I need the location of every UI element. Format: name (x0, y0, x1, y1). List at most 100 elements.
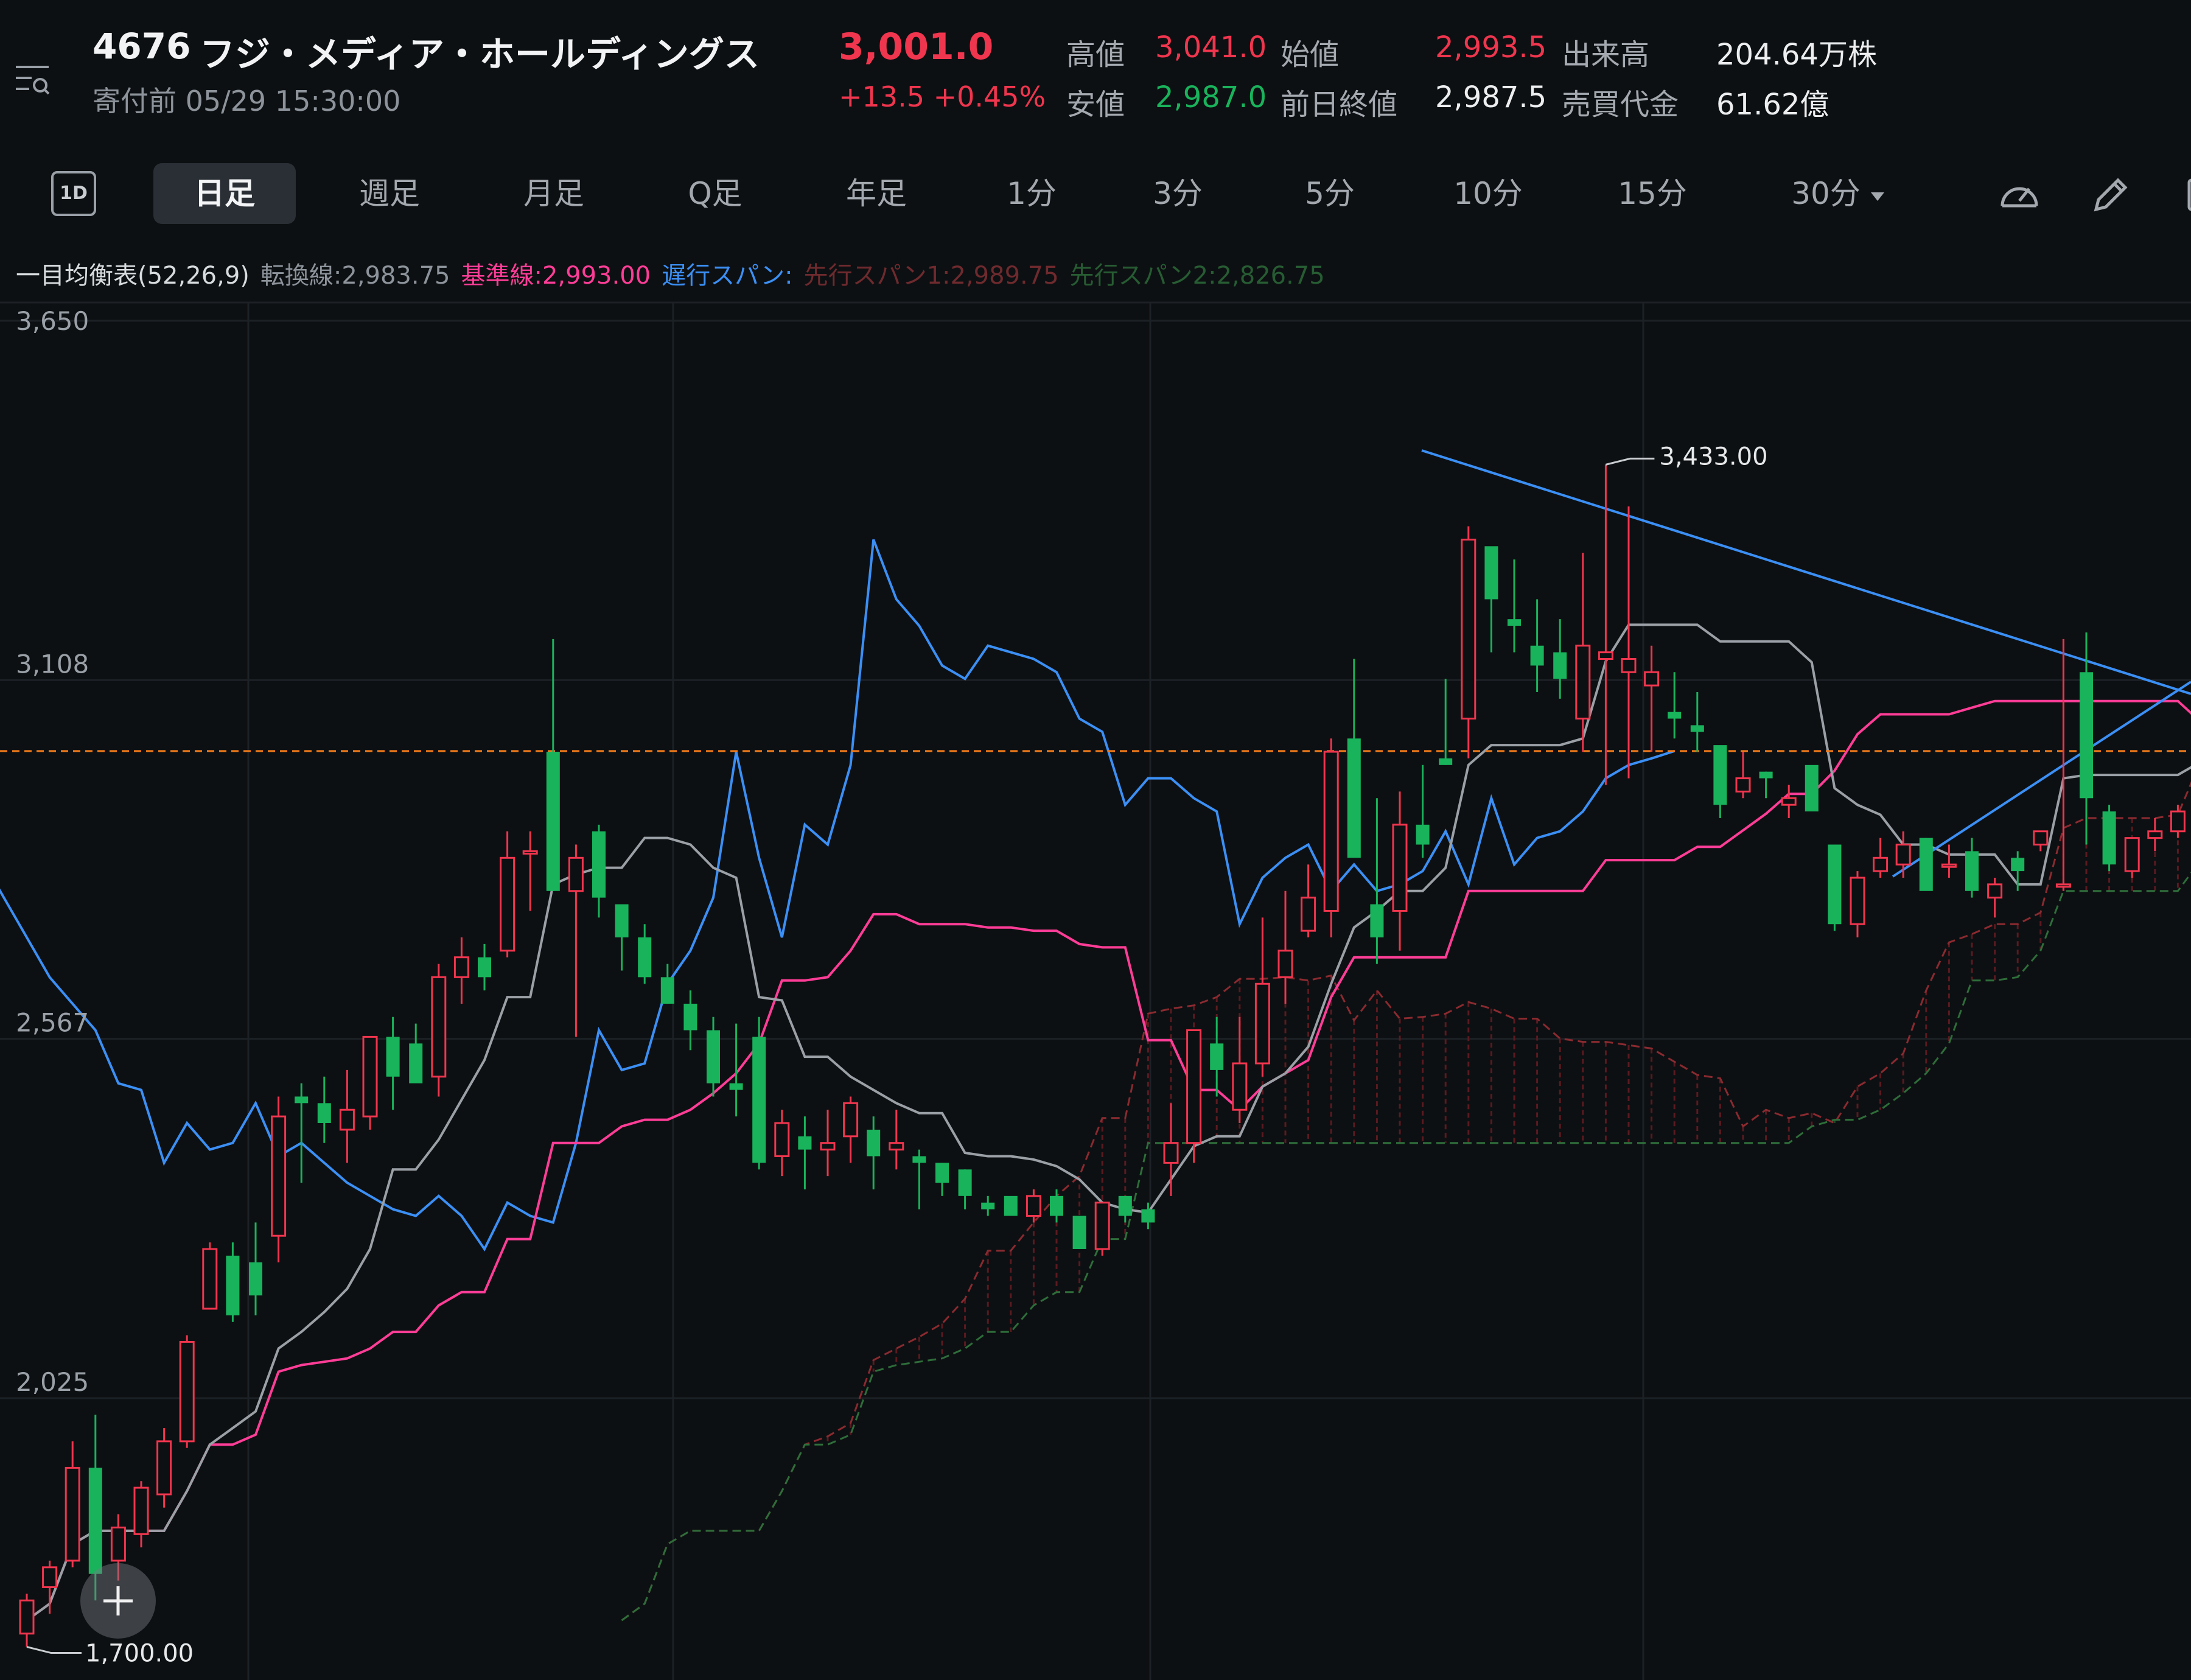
max-price-leader (1606, 457, 1655, 466)
candles (19, 464, 2186, 1647)
candle-body (1163, 1142, 1179, 1164)
candle-body (935, 1163, 949, 1183)
candle-body (431, 976, 447, 1078)
candle-body (478, 957, 491, 978)
candle-body (1895, 844, 1911, 866)
candle-body (500, 856, 515, 952)
candle-body (362, 1035, 378, 1118)
candle-body (1965, 851, 1979, 891)
candle-body (2080, 672, 2093, 799)
chart-grid (0, 301, 2191, 1680)
ichimoku-lines (0, 539, 2191, 1622)
candle-body (2170, 810, 2186, 833)
candle-body (1484, 546, 1498, 600)
candle-body (1118, 1195, 1132, 1216)
candle-body (110, 1526, 126, 1562)
candle-body (409, 1043, 423, 1083)
candle-body (1828, 844, 1842, 925)
support-trendline (1892, 681, 2191, 878)
candle-body (2011, 858, 2025, 872)
candle-body (1416, 824, 1430, 845)
y-tick-label: 3,650 (16, 306, 89, 336)
senkou-span-2-line (621, 872, 2191, 1622)
candle-body (1347, 738, 1361, 858)
candle-body (1553, 652, 1567, 679)
candle-body (2102, 811, 2116, 865)
candle-body (798, 1136, 812, 1150)
max-price-label: 3,433.00 (1659, 443, 1767, 471)
candle-body (1621, 658, 1637, 673)
candle-body (1439, 758, 1453, 765)
candle-body (19, 1599, 35, 1635)
candle-body (1919, 838, 1933, 891)
candle-body (820, 1142, 836, 1151)
trendlines (0, 449, 2191, 878)
candle-body (1050, 1195, 1063, 1216)
candle-body (1690, 725, 1704, 732)
candle-body (1301, 897, 1316, 932)
min-price-leader (26, 1646, 82, 1654)
candle-body (133, 1486, 149, 1535)
candle-body (1277, 950, 1293, 978)
candle-body (1873, 856, 1889, 872)
candle-body (1094, 1202, 1110, 1250)
crosshair-button[interactable] (80, 1563, 156, 1639)
candle-body (1392, 824, 1408, 912)
candle-body (1987, 883, 2003, 899)
candle-body (1004, 1195, 1018, 1216)
candle-body (1254, 982, 1270, 1065)
candle-body (2055, 883, 2071, 888)
candle-body (522, 850, 538, 855)
candle-body (615, 904, 629, 938)
candle-body (1759, 771, 1773, 779)
candle-body (683, 1003, 697, 1031)
candle-body (1713, 745, 1727, 805)
candle-body (386, 1037, 400, 1077)
candle-body (1186, 1029, 1202, 1144)
candle-body (1141, 1209, 1155, 1223)
candle-body (592, 831, 606, 898)
min-price-label: 1,700.00 (85, 1640, 194, 1668)
candle-body (660, 977, 674, 1004)
candle-body (1232, 1062, 1248, 1111)
candle-body (1735, 777, 1751, 793)
candle-body (867, 1129, 881, 1157)
candle-body (843, 1102, 859, 1138)
candle-body (752, 1037, 766, 1163)
candle-body (568, 856, 584, 892)
candle-body (1575, 645, 1591, 720)
candle-body (1644, 671, 1660, 687)
candle-body (1668, 712, 1682, 719)
candlestick-chart[interactable]: 3,650 3,108 2,567 2,025 3,433.00 1,700.00 (0, 0, 2191, 1680)
candle-body (774, 1122, 790, 1157)
candle-body (317, 1103, 331, 1124)
candle-body (42, 1566, 58, 1589)
candle-body (1805, 765, 1819, 812)
candle-body (958, 1169, 972, 1196)
candle-body (729, 1083, 743, 1090)
candle-body (226, 1255, 240, 1315)
candle-body (2147, 830, 2163, 839)
candle-body (295, 1096, 309, 1104)
candle-body (546, 752, 560, 891)
candle-body (179, 1340, 195, 1443)
candle-body (339, 1108, 355, 1131)
candle-body (453, 956, 469, 978)
candle-body (1370, 904, 1384, 938)
candle-body (1072, 1216, 1086, 1249)
candle-body (1781, 797, 1797, 806)
candle-body (88, 1468, 102, 1574)
candle-body (707, 1030, 720, 1083)
y-tick-label: 2,025 (16, 1367, 89, 1397)
candle-body (249, 1262, 262, 1296)
candle-body (981, 1202, 995, 1209)
axis-labels: 3,650 3,108 2,567 2,025 3,433.00 1,700.00 (16, 306, 1768, 1668)
candle-body (889, 1142, 904, 1151)
candle-body (912, 1156, 926, 1163)
candle-body (65, 1466, 80, 1562)
candle-body (1026, 1195, 1041, 1217)
candle-body (1210, 1043, 1224, 1070)
y-tick-label: 3,108 (16, 649, 89, 679)
crosshair-icon (103, 1586, 133, 1615)
candle-body (1508, 619, 1521, 626)
